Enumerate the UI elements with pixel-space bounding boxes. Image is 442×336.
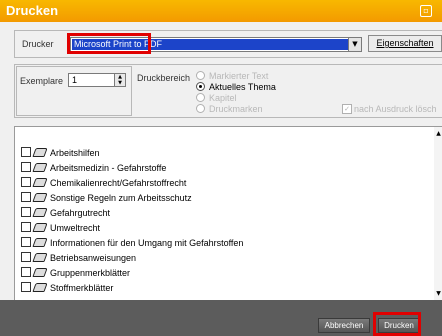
- chevron-down-icon[interactable]: ▼: [348, 38, 361, 51]
- list-item[interactable]: Arbeitsmedizin - Gefahrstoffe: [21, 162, 166, 175]
- properties-button[interactable]: Eigenschaften: [368, 35, 442, 52]
- book-icon: [32, 193, 48, 202]
- cancel-button[interactable]: Abbrechen: [318, 318, 370, 333]
- window-title: Drucken: [6, 3, 59, 18]
- copies-label: Exemplare: [20, 76, 64, 86]
- book-icon: [32, 283, 48, 292]
- highlight-printer: [67, 33, 151, 54]
- scroll-up-icon[interactable]: ▲: [434, 129, 442, 139]
- list-item[interactable]: Gruppenmerkblätter: [21, 267, 130, 280]
- topic-list[interactable]: Arbeitshilfen Arbeitsmedizin - Gefahrsto…: [14, 126, 442, 302]
- printer-label: Drucker: [22, 39, 54, 49]
- list-item[interactable]: Betriebsanweisungen: [21, 252, 136, 265]
- list-item[interactable]: Informationen für den Umgang mit Gefahrs…: [21, 237, 243, 250]
- delete-after-print-label: nach Ausdruck lösch: [354, 104, 437, 114]
- scroll-down-icon[interactable]: ▼: [434, 289, 442, 299]
- highlight-print: [373, 312, 421, 336]
- list-item[interactable]: Arbeitshilfen: [21, 147, 100, 160]
- copies-stepper[interactable]: 1 ▲ ▼: [68, 73, 126, 87]
- book-icon: [32, 208, 48, 217]
- book-icon: [32, 268, 48, 277]
- book-icon: [32, 253, 48, 262]
- book-icon: [32, 238, 48, 247]
- stepper-arrows-icon[interactable]: ▲ ▼: [114, 74, 125, 86]
- book-icon: [32, 223, 48, 232]
- range-option-print-marks[interactable]: Druckmarken: [196, 104, 263, 114]
- range-option-current-topic[interactable]: Aktuelles Thema: [196, 82, 276, 92]
- book-icon: [32, 178, 48, 187]
- print-range-label: Druckbereich: [137, 73, 191, 83]
- list-item[interactable]: Stoffmerkblätter: [21, 282, 113, 295]
- delete-after-print-checkbox[interactable]: ✓: [342, 104, 352, 114]
- title-bar: Drucken ▫: [0, 0, 442, 22]
- copies-value: 1: [72, 75, 78, 85]
- list-item[interactable]: Umweltrecht: [21, 222, 100, 235]
- list-item[interactable]: Sonstige Regeln zum Arbeitsschutz: [21, 192, 192, 205]
- minimize-icon[interactable]: ▫: [420, 5, 432, 17]
- range-option-chapter[interactable]: Kapitel: [196, 93, 237, 103]
- list-scrollbar[interactable]: ▲ ▼: [434, 127, 442, 301]
- list-item[interactable]: Chemikalienrecht/Gefahrstoffrecht: [21, 177, 186, 190]
- list-item[interactable]: Gefahrgutrecht: [21, 207, 110, 220]
- range-option-selection[interactable]: Markierter Text: [196, 71, 268, 81]
- book-icon: [32, 163, 48, 172]
- book-icon: [32, 148, 48, 157]
